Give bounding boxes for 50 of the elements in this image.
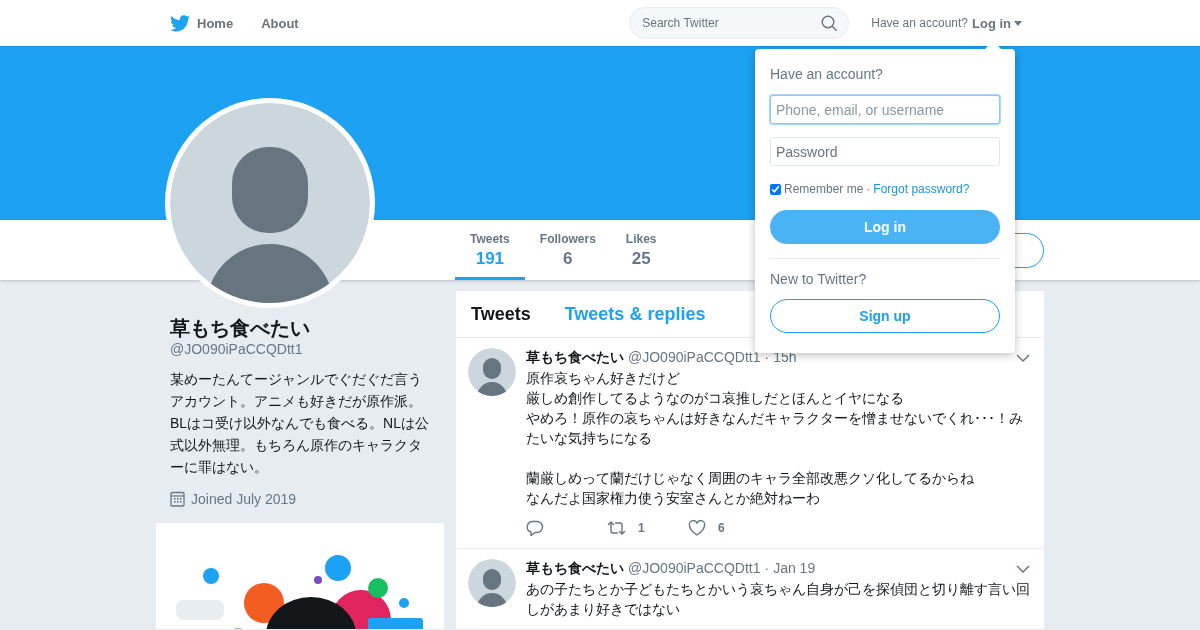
- separator-dot: ·: [764, 348, 770, 366]
- password-field[interactable]: Password: [770, 137, 1000, 166]
- chevron-down-icon[interactable]: [1016, 354, 1030, 363]
- remember-checkbox[interactable]: [770, 183, 781, 195]
- tweet-author[interactable]: 草もち食べたい: [526, 559, 624, 577]
- stat-tab[interactable]: Followers 6: [524, 220, 611, 280]
- forgot-password-link[interactable]: Forgot password?: [873, 182, 970, 196]
- dropdown-heading: Have an account?: [770, 66, 884, 82]
- heart-icon[interactable]: [688, 520, 706, 536]
- avatar[interactable]: [468, 348, 516, 396]
- profile-bio: 某めーたんてージャンルでぐだぐだ言うアカウント。アニメも好きだが原作派。BLはコ受け以外なんでも食べる。NLは公式以外無理。もちろん原作のキャラクターに罪はない。: [169, 370, 431, 477]
- remember-label: Remember me: [784, 182, 864, 196]
- username-field[interactable]: Phone, email, or username: [770, 95, 1000, 124]
- retweet-count: 1: [638, 521, 645, 535]
- tweet-text-line: あの子たちとか子どもたちとかいう哀ちゃん自身が己を探偵団と切り離す言い回しがあまり好きではない: [526, 580, 1031, 619]
- tweet-handle[interactable]: @JO090iPaCCQDtt1: [628, 348, 761, 366]
- signup-button[interactable]: Sign up: [770, 299, 1000, 333]
- avatar[interactable]: [468, 559, 516, 607]
- bird-logo-icon: [170, 14, 190, 32]
- like-count: 6: [718, 521, 725, 535]
- stat-tab[interactable]: Tweets 191: [455, 220, 525, 280]
- search-icon: [821, 14, 839, 32]
- stat-tab[interactable]: Likes 25: [610, 220, 672, 280]
- separator-dot: ·: [866, 182, 871, 196]
- tweet-time[interactable]: Jan 19: [773, 559, 816, 577]
- caret-icon: [1014, 20, 1022, 26]
- tweet-handle[interactable]: @JO090iPaCCQDtt1: [628, 559, 761, 577]
- calendar-icon: [170, 491, 185, 507]
- search-input[interactable]: Search Twitter: [642, 9, 822, 37]
- nav-link[interactable]: About: [247, 15, 313, 31]
- signup-prompt: New to Twitter?: [770, 271, 868, 287]
- reply-icon[interactable]: [526, 520, 544, 536]
- tweet-text-line: 原作哀ちゃん好きだけど: [526, 369, 681, 388]
- tweet-text-line: なんだよ国家権力使う安室さんとか絶対ねーわ: [526, 489, 821, 508]
- nav-link[interactable]: Home: [156, 14, 248, 32]
- chevron-down-icon[interactable]: [1016, 565, 1030, 574]
- tweet-text-line: 蘭厳しめって蘭だけじゃなく周囲のキャラ全部改悪クソ化してるからね: [526, 469, 975, 488]
- joined-date: Joined July 2019: [191, 491, 297, 507]
- tweet-text-line: 厳しめ創作してるようなのがコ哀推しだとほんとイヤになる: [526, 389, 905, 408]
- tweet-author[interactable]: 草もち食べたい: [526, 348, 624, 366]
- search-field[interactable]: Search Twitter: [629, 7, 850, 39]
- tweet-text-line: やめろ！原作の哀ちゃんは好きなんだキャラクターを憎ませないでくれ･･･！みたいな気持ちになる: [526, 409, 1024, 448]
- login-link[interactable]: Log in: [972, 15, 1022, 31]
- profile-name: 草もち食べたい: [169, 316, 311, 341]
- timeline-tab[interactable]: Tweets & replies: [564, 303, 706, 325]
- retweet-icon[interactable]: [607, 521, 626, 535]
- profile-handle: @JO090iPaCCQDtt1: [169, 341, 304, 357]
- timeline-tab[interactable]: Tweets: [471, 303, 531, 325]
- separator-dot: ·: [764, 559, 770, 577]
- account-prompt: Have an account?: [871, 16, 968, 30]
